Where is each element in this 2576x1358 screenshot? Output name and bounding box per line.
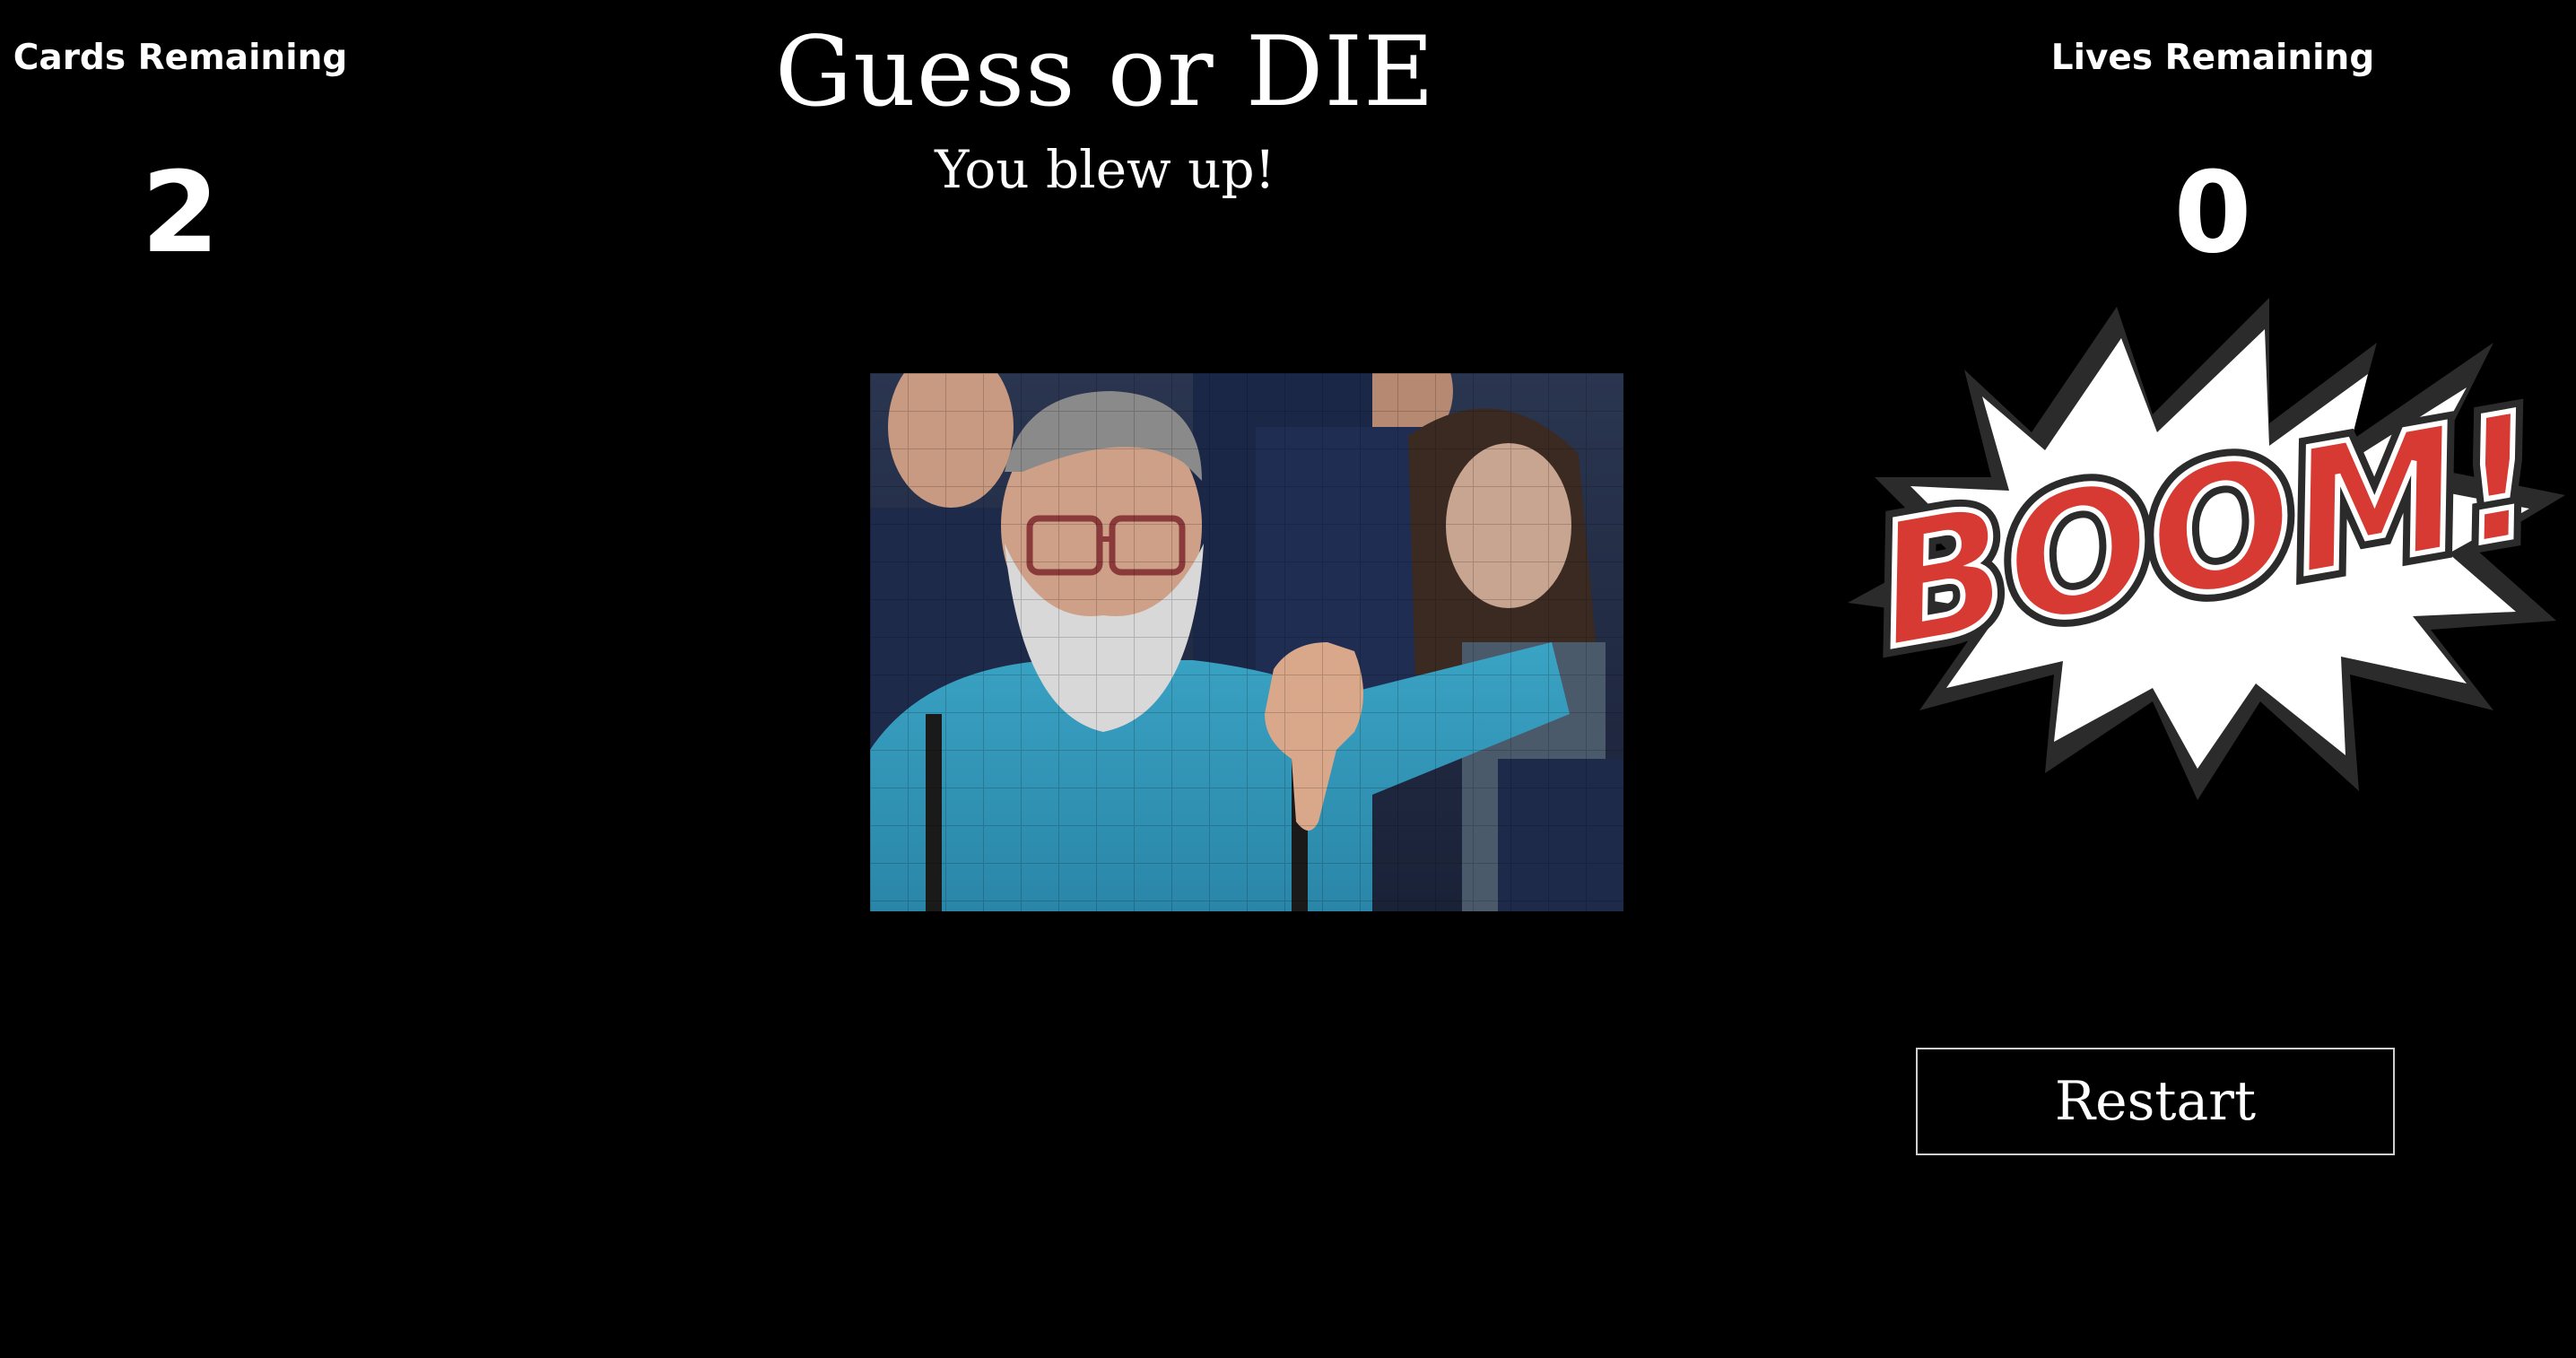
cards-remaining-value: 2 xyxy=(141,148,220,278)
reaction-photo xyxy=(870,373,1623,911)
lives-remaining-label: Lives Remaining xyxy=(2050,38,2375,78)
boom-explosion-graphic: BOOM! BOOM! xyxy=(1848,289,2574,809)
restart-button[interactable]: Restart xyxy=(1916,1048,2395,1155)
lives-remaining-value: 0 xyxy=(2173,148,2252,278)
game-screen: Cards Remaining 2 Guess or DIE You blew … xyxy=(0,0,2576,1358)
game-status-message: You blew up! xyxy=(935,139,1275,200)
game-title: Guess or DIE xyxy=(775,16,1435,128)
thumbs-down-fan-photo xyxy=(870,373,1623,911)
cards-remaining-label: Cards Remaining xyxy=(13,38,348,78)
explosion-icon: BOOM! BOOM! xyxy=(1848,298,2565,800)
